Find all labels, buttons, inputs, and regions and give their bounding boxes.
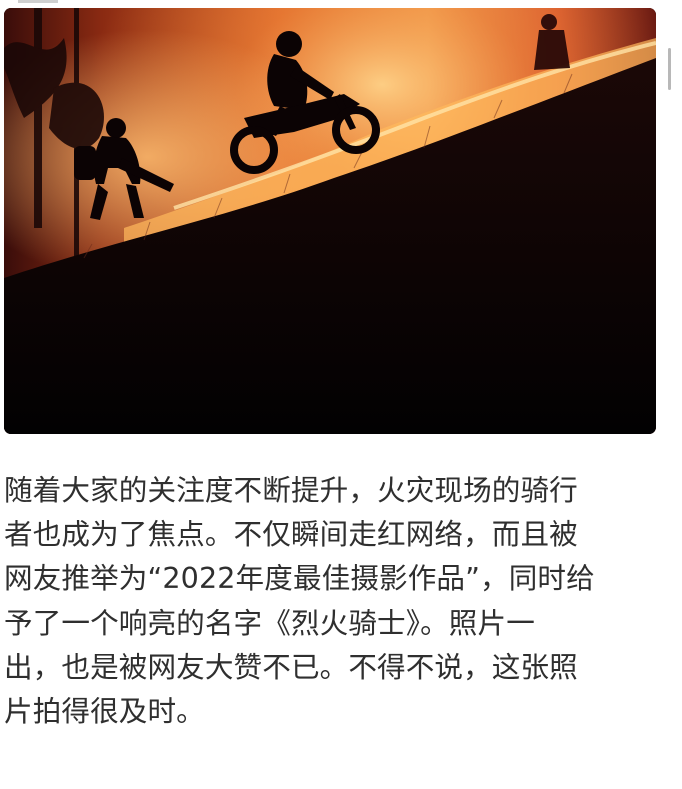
article-photo[interactable] (4, 8, 656, 434)
article-text: 随着大家的关注度不断提升，火灾现场的骑行 者也成为了焦点。不仅瞬间走红网络，而且… (4, 468, 664, 733)
photo-icon (4, 8, 656, 434)
article-line: 出，也是被网友大赞不已。不得不说，这张照 (4, 649, 578, 684)
scrollbar-thumb[interactable] (668, 48, 671, 90)
article-line: 片拍得很及时。 (4, 694, 205, 729)
article-line: 予了一个响亮的名字《烈火骑士》。照片一 (4, 605, 535, 640)
article-line: 随着大家的关注度不断提升，火灾现场的骑行 (4, 473, 578, 507)
top-divider (18, 0, 58, 3)
article-line: 者也成为了焦点。不仅瞬间走红网络，而且被 (4, 517, 578, 552)
scroll-track[interactable] (660, 0, 682, 440)
article-line: 网友推举为“2022年度最佳摄影作品”，同时给 (4, 561, 595, 596)
